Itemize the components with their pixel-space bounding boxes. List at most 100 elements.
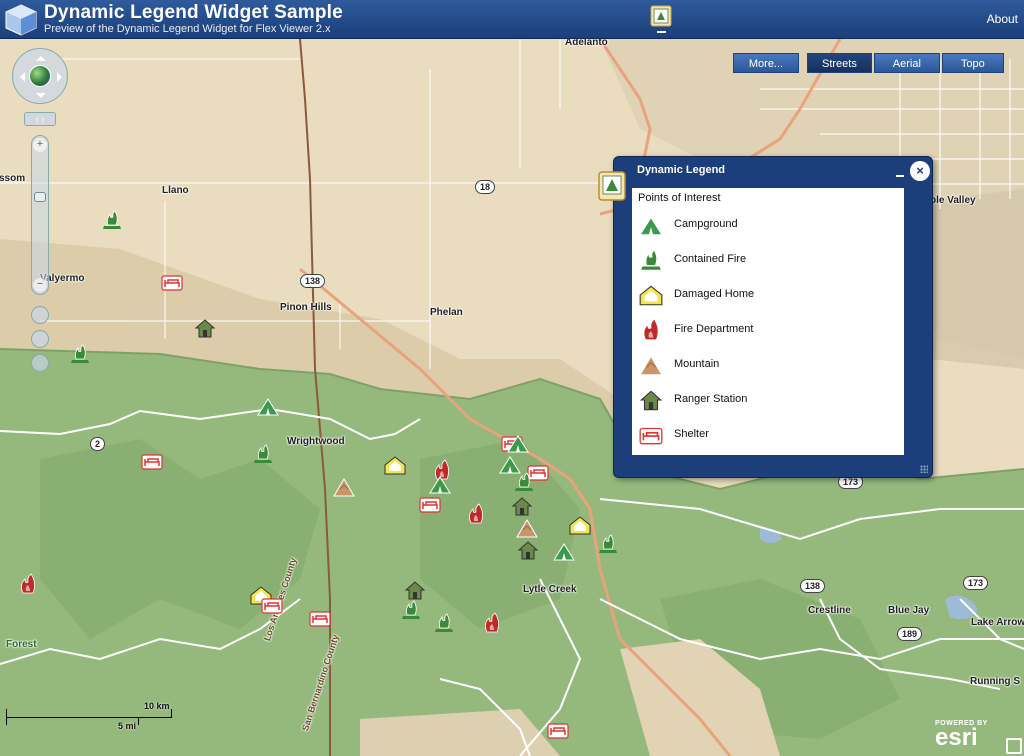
zoom-out-button[interactable]: − [33,278,47,292]
pan-control[interactable] [12,48,68,104]
zoom-slider[interactable]: + − [31,135,49,295]
fire-department-icon [638,318,664,342]
ranger-station-marker[interactable] [510,495,534,517]
ranger-station-marker[interactable] [403,579,427,601]
legend-item-label: Shelter [674,428,709,440]
scale-tick [171,709,172,717]
route-shield: 18 [475,180,496,194]
place-label-llano: Llano [162,185,189,196]
fire-department-marker[interactable] [464,503,488,525]
shelter-marker[interactable] [160,271,184,293]
place-label-crestline: Crestline [808,605,851,616]
pan-right-icon[interactable] [57,72,67,82]
basemap-aerial-button[interactable]: Aerial [873,53,940,73]
legend-item-label: Damaged Home [674,288,755,300]
scale-label-km: 10 km [144,701,170,711]
place-label-phelan: Phelan [430,307,463,318]
legend-item-label: Mountain [674,358,720,370]
legend-item-contained-fire: Contained Fire [638,245,898,273]
damaged-home-marker[interactable] [568,514,592,536]
full-extent-globe-icon[interactable] [29,65,51,87]
shelter-marker[interactable] [546,719,570,741]
ranger-station-icon [638,388,664,412]
basemap-switcher: More... Streets Aerial Topo [733,53,1006,73]
contained-fire-icon [638,248,664,272]
scale-bar: 10 km 5 mi [6,701,172,731]
place-label-ssom: ssom [0,173,26,184]
scale-label-mi: 5 mi [118,721,137,731]
route-shield: 2 [90,437,106,451]
esri-wordmark: esri [935,724,978,751]
legend-item-label: Campground [674,218,738,230]
pan-hand-icon[interactable] [31,306,49,324]
place-label-pinon-hills: Pinon Hills [280,302,332,313]
contained-fire-marker[interactable] [68,343,92,365]
app-window: Dynamic Legend Widget Sample Preview of … [0,0,1024,756]
pan-left-icon[interactable] [15,72,25,82]
contained-fire-marker[interactable] [432,612,456,634]
legend-layer-name: Points of Interest [638,192,721,204]
legend-item-shelter: Shelter [638,420,898,448]
more-basemaps-button[interactable]: More... [733,53,799,73]
minimize-icon[interactable] [896,175,904,177]
scale-tick [6,717,7,725]
damaged-home-icon [638,283,664,307]
contained-fire-marker[interactable] [399,599,423,621]
fire-department-marker[interactable] [16,573,40,595]
contained-fire-marker[interactable] [512,471,536,493]
zoom-out-tool-icon[interactable] [31,354,49,372]
dynamic-legend-window: Dynamic Legend × Points of Interest Camp… [613,156,933,478]
route-shield: 189 [897,627,923,641]
place-label-wrightwood: Wrightwood [287,436,345,447]
mountain-marker[interactable] [515,517,539,539]
app-header: Dynamic Legend Widget Sample Preview of … [0,0,1024,39]
legend-title: Dynamic Legend [637,164,726,176]
legend-item-ranger-station: Ranger Station [638,385,898,413]
esri-logo[interactable]: POWERED BY esri [935,720,988,751]
app-subtitle: Preview of the Dynamic Legend Widget for… [44,23,331,35]
overview-map-toggle-icon[interactable] [1006,738,1022,754]
zoom-in-tool-icon[interactable] [31,330,49,348]
contained-fire-marker[interactable] [251,443,275,465]
zoom-in-button[interactable]: + [33,138,47,152]
campground-marker[interactable] [428,473,452,495]
place-label-lytle-creek: Lytle Creek [523,584,577,595]
route-shield: 138 [300,274,326,288]
place-label-apple-valley: ple Valley [930,195,976,206]
shelter-marker[interactable] [418,493,442,515]
campground-marker[interactable] [256,395,280,417]
app-title: Dynamic Legend Widget Sample [44,2,343,23]
contained-fire-marker[interactable] [100,209,124,231]
legend-item-campground: Campground [638,210,898,238]
legend-content: Points of Interest Campground Contained … [632,188,904,455]
basemap-topo-button[interactable]: Topo [941,53,1004,73]
place-label-forest: Forest [6,639,37,650]
campground-marker[interactable] [506,432,530,454]
close-icon[interactable]: × [910,161,930,181]
campground-marker[interactable] [552,540,576,562]
shelter-icon [638,423,664,447]
shelter-marker[interactable] [308,607,332,629]
resize-handle-icon[interactable] [920,465,928,473]
zoom-slider-thumb[interactable] [34,192,46,202]
contained-fire-marker[interactable] [596,533,620,555]
ranger-station-marker[interactable] [193,317,217,339]
place-label-blue-jay: Blue Jay [888,605,930,616]
fire-department-marker[interactable] [480,612,504,634]
legend-item-label: Contained Fire [674,253,747,265]
place-label-lake-arrow: Lake Arrow [971,617,1024,628]
pan-down-icon[interactable] [36,93,46,103]
basemap-streets-button[interactable]: Streets [807,53,872,73]
legend-widget-launcher-icon[interactable] [650,5,672,27]
shelter-marker[interactable] [140,450,164,472]
pan-up-icon[interactable] [36,51,46,61]
about-link[interactable]: About [987,12,1018,26]
shelter-marker[interactable] [260,594,284,616]
damaged-home-marker[interactable] [383,454,407,476]
ranger-station-marker[interactable] [516,539,540,561]
legend-item-fire-department: Fire Department [638,315,898,343]
mountain-marker[interactable] [332,476,356,498]
route-shield: 173 [963,576,989,590]
extent-history-control[interactable]: ‹ › [24,112,56,126]
active-widget-indicator [657,31,666,33]
